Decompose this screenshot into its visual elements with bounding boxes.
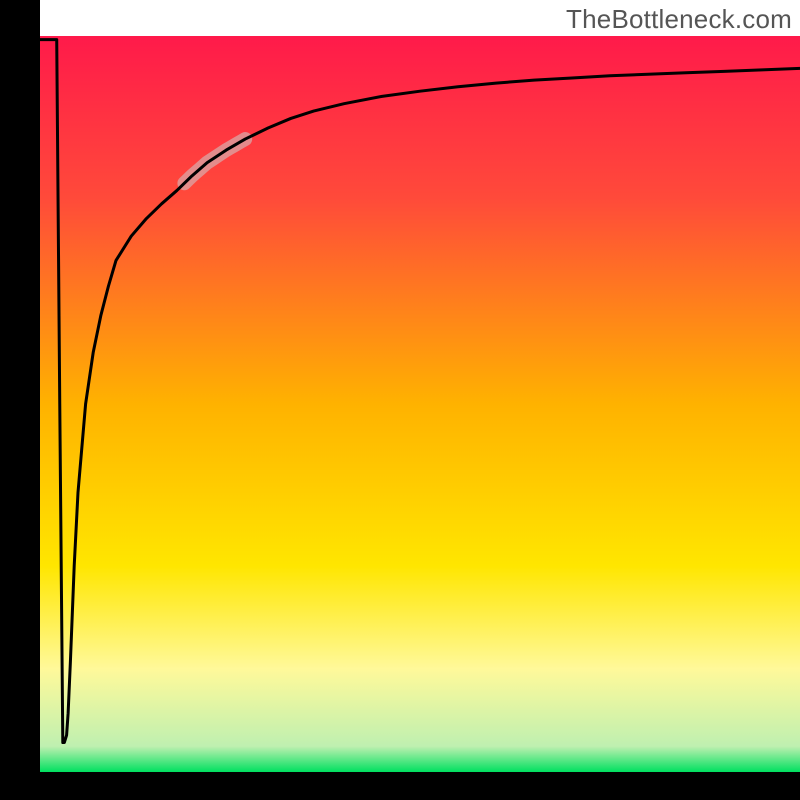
frame-left: [0, 0, 40, 800]
chart-svg: [0, 0, 800, 800]
watermark-text: TheBottleneck.com: [566, 4, 792, 35]
chart-container: TheBottleneck.com: [0, 0, 800, 800]
frame-bottom: [0, 772, 800, 800]
plot-background: [40, 36, 800, 772]
plot-area: [0, 0, 800, 800]
